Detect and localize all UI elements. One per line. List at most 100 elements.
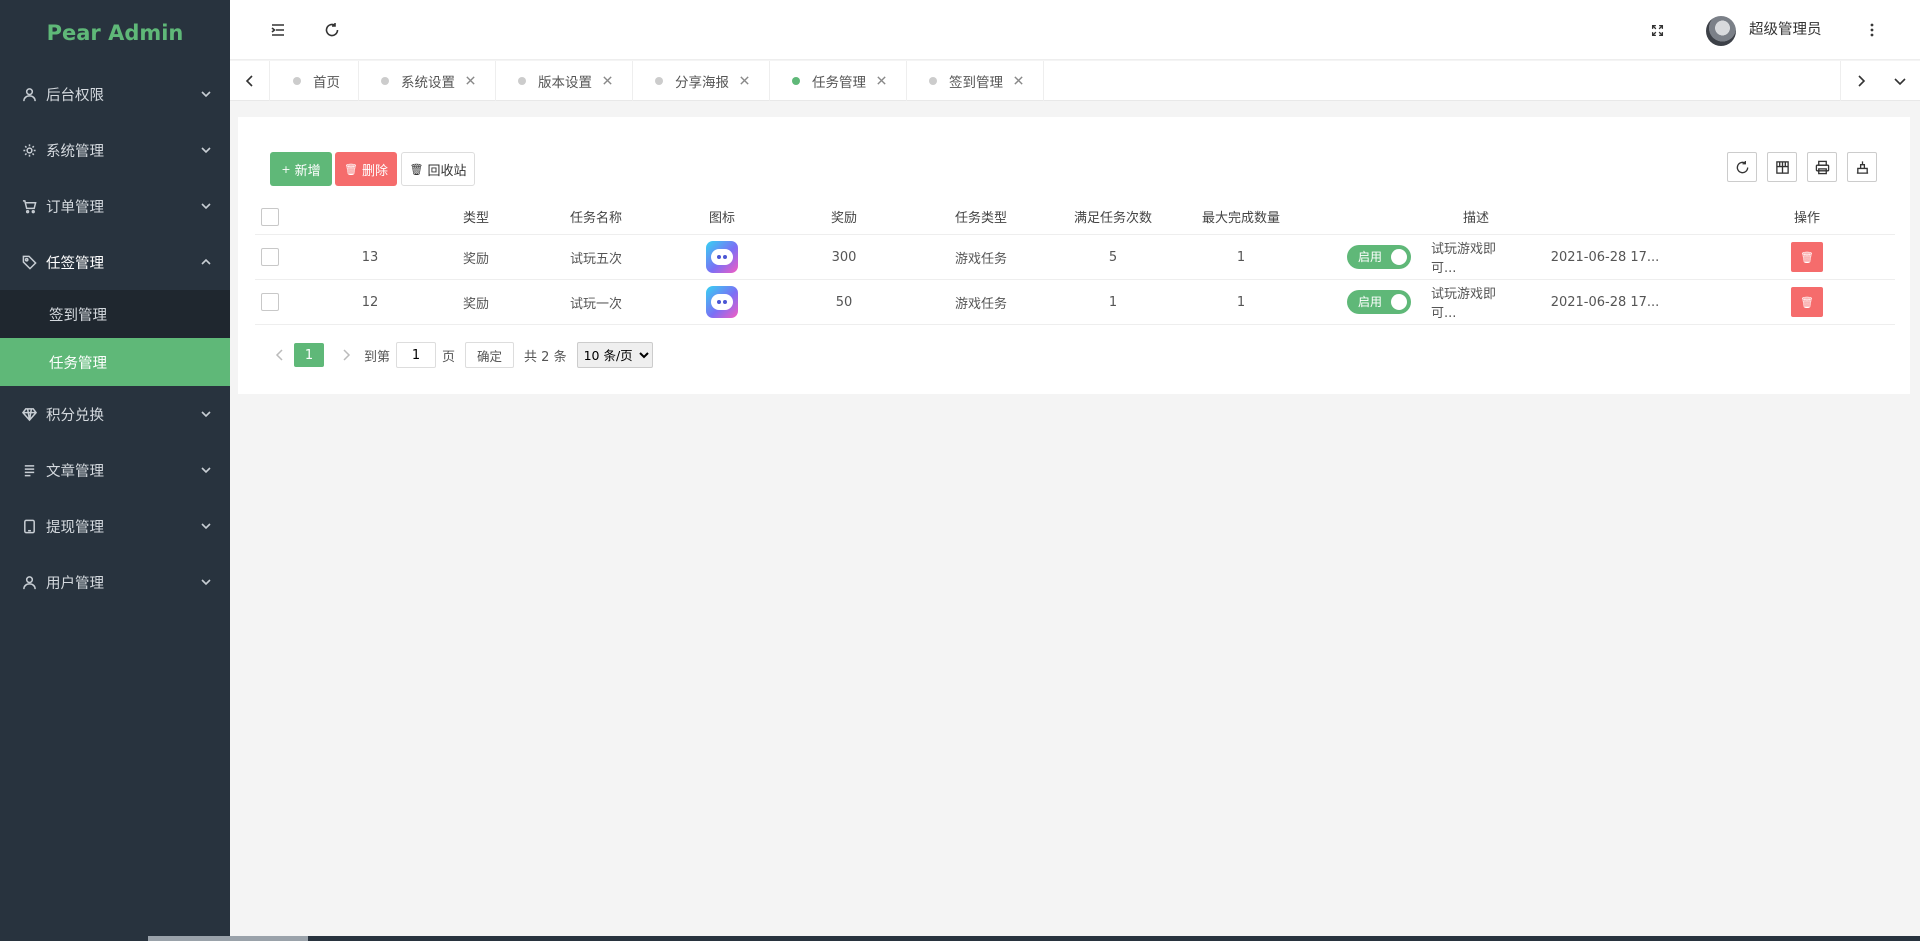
- tab-signin-management[interactable]: 签到管理: [907, 61, 1044, 101]
- sidebar-item-order-management[interactable]: 订单管理: [0, 178, 230, 234]
- sidebar-item-backend-permissions[interactable]: 后台权限: [0, 66, 230, 122]
- close-icon[interactable]: [739, 75, 751, 87]
- chevron-down-icon: [1893, 74, 1907, 88]
- user-icon: [20, 573, 38, 591]
- column-header[interactable]: 描述: [1436, 199, 1516, 234]
- description-cell: 试玩游戏即可...: [1431, 242, 1497, 276]
- tab-system-settings[interactable]: 系统设置: [359, 61, 496, 101]
- goto-label: 到第: [364, 349, 391, 365]
- sidebar-subitem-task-management[interactable]: 任务管理: [0, 338, 230, 386]
- horizontal-scrollbar[interactable]: [0, 936, 1920, 941]
- tabs-dropdown-button[interactable]: [1880, 61, 1920, 101]
- task-type-cell: 游戏任务: [954, 296, 1007, 312]
- add-button[interactable]: + 新增: [270, 152, 332, 186]
- sidebar-item-label: 系统管理: [46, 143, 104, 160]
- tab-status-dot: [518, 77, 526, 85]
- table-refresh-button[interactable]: [1727, 152, 1757, 182]
- required-times-cell: 1: [1108, 294, 1118, 310]
- tag-icon: [20, 253, 38, 271]
- scrollbar-thumb[interactable]: [148, 936, 308, 941]
- tab-status-dot: [929, 77, 937, 85]
- column-header[interactable]: 奖励: [814, 199, 874, 234]
- chevron-down-icon: [200, 144, 212, 156]
- sidebar-subitem-signin-management[interactable]: 签到管理: [0, 290, 230, 338]
- game-robot-icon: [706, 241, 738, 273]
- row-checkbox[interactable]: [261, 248, 279, 266]
- chevron-down-icon: [200, 200, 212, 212]
- reward-cell: 50: [835, 294, 853, 310]
- sidebar-item-withdraw-management[interactable]: 提现管理: [0, 498, 230, 554]
- tab-task-management[interactable]: 任务管理: [770, 61, 907, 101]
- export-icon: [1855, 160, 1870, 175]
- prev-page-button[interactable]: [268, 341, 292, 369]
- status-toggle[interactable]: 启用: [1347, 290, 1411, 314]
- tab-label: 任务管理: [812, 75, 866, 91]
- column-header[interactable]: 任务类型: [941, 199, 1021, 234]
- column-header[interactable]: 操作: [1777, 199, 1837, 234]
- next-page-button[interactable]: [334, 341, 358, 369]
- page-unit-label: 页: [442, 349, 456, 365]
- status-toggle[interactable]: 启用: [1347, 245, 1411, 269]
- chevron-left-icon: [274, 349, 286, 361]
- more-options-button[interactable]: [1854, 0, 1890, 60]
- tab-label: 系统设置: [401, 75, 455, 91]
- goto-page-input[interactable]: [396, 342, 437, 368]
- row-delete-button[interactable]: 🗑: [1791, 287, 1823, 317]
- export-button[interactable]: [1847, 152, 1877, 182]
- column-header[interactable]: 最大完成数量: [1191, 199, 1291, 234]
- column-header[interactable]: 类型: [436, 199, 516, 234]
- page-size-select[interactable]: 10 条/页: [576, 342, 653, 368]
- username[interactable]: 超级管理员: [1749, 0, 1822, 60]
- recycle-bin-button[interactable]: 🗑 回收站: [401, 152, 475, 186]
- sidebar-item-points-exchange[interactable]: 积分兑换: [0, 386, 230, 442]
- refresh-button[interactable]: [314, 0, 350, 60]
- column-header[interactable]: 任务名称: [551, 199, 641, 234]
- row-delete-button[interactable]: 🗑: [1791, 242, 1823, 272]
- select-all-checkbox[interactable]: [261, 207, 279, 226]
- more-vertical-icon: [1864, 22, 1880, 38]
- sidebar-item-user-management[interactable]: 用户管理: [0, 554, 230, 610]
- actions-cell: 🗑: [1777, 235, 1837, 279]
- sidebar-item-label: 积分兑换: [46, 407, 104, 424]
- tab-label: 签到管理: [949, 75, 1003, 91]
- print-button[interactable]: [1807, 152, 1837, 182]
- sidebar-item-label: 任签管理: [46, 255, 104, 272]
- menu-toggle-button[interactable]: [260, 0, 296, 60]
- chevron-left-icon: [243, 74, 257, 88]
- tab-share-poster[interactable]: 分享海报: [633, 61, 770, 101]
- sidebar-item-article-management[interactable]: 文章管理: [0, 442, 230, 498]
- columns-filter-button[interactable]: [1767, 152, 1797, 182]
- close-icon[interactable]: [602, 75, 614, 87]
- fullscreen-icon: [1651, 24, 1664, 37]
- submenu-task-signin: 签到管理 任务管理: [0, 290, 230, 386]
- close-icon[interactable]: [465, 75, 477, 87]
- sidebar: Pear Admin 后台权限 系统管理 订单管理 任签管理 签到管理 任务管理…: [0, 0, 230, 941]
- app-logo[interactable]: Pear Admin: [0, 0, 230, 66]
- tabs-bar: 首页 系统设置 版本设置 分享海报 任务管理 签到管理: [230, 61, 1920, 101]
- user-icon: [20, 85, 38, 103]
- current-page-button[interactable]: 1: [294, 343, 324, 367]
- avatar[interactable]: [1706, 16, 1736, 46]
- delete-button[interactable]: 🗑 删除: [335, 152, 397, 186]
- sidebar-item-label: 提现管理: [46, 519, 104, 536]
- sidebar-item-task-signin-management[interactable]: 任签管理: [0, 234, 230, 290]
- fullscreen-button[interactable]: [1639, 0, 1675, 60]
- goto-confirm-button[interactable]: 确定: [465, 342, 515, 368]
- status-toggle-label: 启用: [1358, 295, 1383, 309]
- tabs-scroll-right-button[interactable]: [1840, 61, 1880, 101]
- row-checkbox[interactable]: [261, 293, 279, 311]
- close-icon[interactable]: [876, 75, 888, 87]
- sidebar-item-label: 订单管理: [46, 199, 104, 216]
- close-icon[interactable]: [1013, 75, 1025, 87]
- sidebar-item-system-management[interactable]: 系统管理: [0, 122, 230, 178]
- pagination: 1 到第 页 确定 共 2 条 10 条/页: [268, 341, 653, 369]
- icon-cell: [692, 280, 752, 324]
- tab-home[interactable]: 首页: [271, 61, 359, 101]
- article-icon: [20, 461, 38, 479]
- column-header[interactable]: 图标: [692, 199, 752, 234]
- column-header[interactable]: 满足任务次数: [1063, 199, 1163, 234]
- tab-version-settings[interactable]: 版本设置: [496, 61, 633, 101]
- max-completions-cell: 1: [1236, 294, 1246, 310]
- status-cell: 启用: [1344, 280, 1414, 324]
- tabs-scroll-left-button[interactable]: [230, 61, 270, 101]
